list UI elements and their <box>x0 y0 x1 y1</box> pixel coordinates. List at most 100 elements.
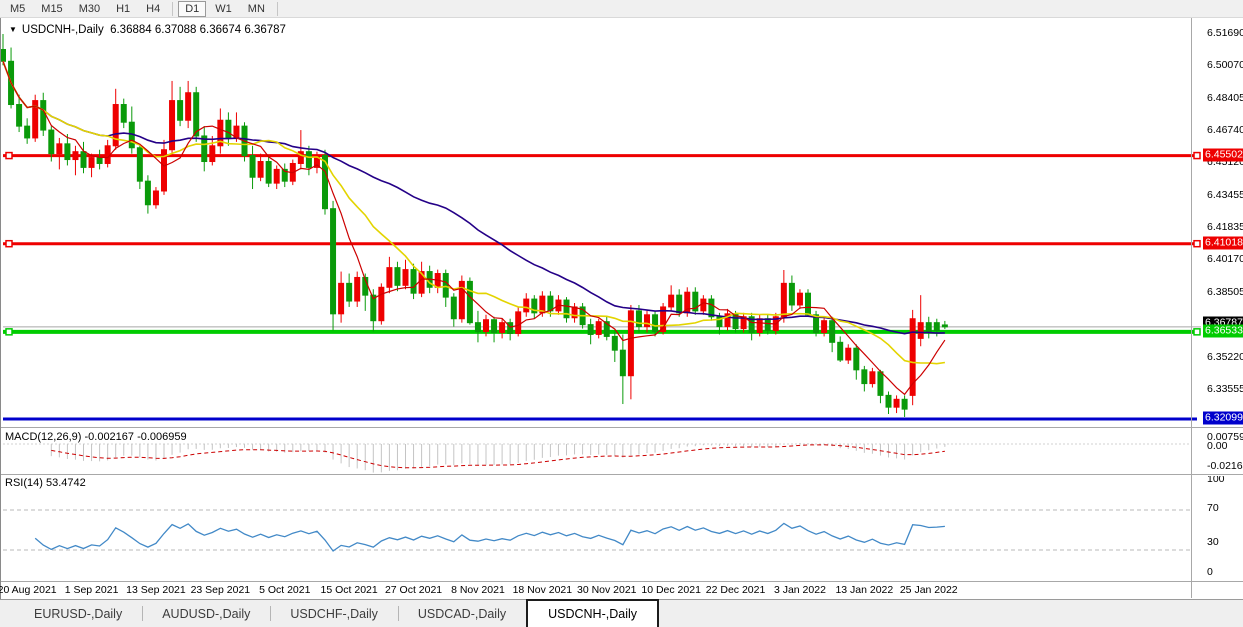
candle <box>145 181 150 205</box>
panel-separator[interactable] <box>1 474 1243 475</box>
symbol-tab-usdcad[interactable]: USDCAD-,Daily <box>398 600 526 627</box>
date-label: 23 Sep 2021 <box>191 584 251 596</box>
chart-dropdown-icon[interactable]: ▼ <box>9 25 17 34</box>
price-label-chip: 6.32099 <box>1203 411 1243 424</box>
timeframe-button-mn[interactable]: MN <box>241 1 272 17</box>
timeframe-button-m30[interactable]: M30 <box>72 1 107 17</box>
timeframe-toolbar: M5M15M30H1H4 D1W1MN <box>0 0 1243 18</box>
price-label-chip: 6.36533 <box>1203 324 1243 337</box>
candle <box>669 295 674 307</box>
ma-fast-line <box>3 61 945 394</box>
support-line-green-left-marker[interactable] <box>6 329 12 335</box>
candle <box>57 144 62 154</box>
macd-axis-tick: 0.00 <box>1207 440 1227 452</box>
panel-separator[interactable] <box>1 427 1243 428</box>
price-tick: 6.41835 <box>1207 221 1243 233</box>
candle <box>653 315 658 332</box>
macd-indicator-label: MACD(12,26,9) -0.002167 -0.006959 <box>5 431 187 443</box>
candle <box>942 325 947 327</box>
toolbar-separator <box>277 2 278 16</box>
candle <box>451 297 456 319</box>
candle <box>250 156 255 178</box>
candle <box>620 350 625 376</box>
panel-separator <box>1 581 1243 582</box>
candle <box>677 295 682 313</box>
resistance-line-1-left-marker[interactable] <box>6 153 12 159</box>
candle <box>25 126 30 138</box>
candle <box>612 336 617 350</box>
candle <box>926 323 931 333</box>
candle <box>387 268 392 288</box>
candle <box>153 191 158 205</box>
resistance-line-1-right-marker[interactable] <box>1194 153 1200 159</box>
date-label: 27 Oct 2021 <box>385 584 442 596</box>
candle <box>492 320 497 333</box>
axis-divider <box>1191 18 1192 598</box>
symbol-tab-audusd[interactable]: AUDUSD-,Daily <box>142 600 270 627</box>
candle <box>886 395 891 407</box>
candle <box>411 270 416 294</box>
candle <box>548 296 553 311</box>
candle <box>266 162 271 184</box>
symbol-tab-bar: EURUSD-,DailyAUDUSD-,DailyUSDCHF-,DailyU… <box>0 599 1243 627</box>
candle <box>516 312 521 334</box>
candle <box>830 321 835 343</box>
chart-window: ▼USDCNH-,Daily 6.36884 6.37088 6.36674 6… <box>0 18 1243 599</box>
price-tick: 6.46740 <box>1207 124 1243 136</box>
symbol-tab-eurusd[interactable]: EURUSD-,Daily <box>14 600 142 627</box>
candle <box>331 209 336 314</box>
support-line-green-right-marker[interactable] <box>1194 329 1200 335</box>
resistance-line-2-right-marker[interactable] <box>1194 241 1200 247</box>
price-tick: 6.43455 <box>1207 189 1243 201</box>
symbol-tab-usdcnh[interactable]: USDCNH-,Daily <box>526 599 659 627</box>
candle <box>596 322 601 335</box>
resistance-line-2-left-marker[interactable] <box>6 241 12 247</box>
chart-symbol-label: USDCNH-,Daily <box>22 24 104 36</box>
date-label: 1 Sep 2021 <box>65 584 119 596</box>
date-label: 22 Dec 2021 <box>706 584 766 596</box>
candle <box>870 372 875 384</box>
candle <box>89 158 94 168</box>
candle <box>878 372 883 396</box>
candle <box>97 158 102 164</box>
candle <box>395 268 400 286</box>
candle <box>1 49 6 61</box>
timeframe-button-h4[interactable]: H4 <box>139 1 167 17</box>
candle <box>918 323 923 339</box>
candle <box>524 299 529 312</box>
price-tick: 6.51690 <box>1207 27 1243 39</box>
candle <box>443 274 448 298</box>
candle <box>636 311 641 327</box>
date-label: 30 Nov 2021 <box>577 584 637 596</box>
toolbar-separator <box>172 2 173 16</box>
timeframe-button-h1[interactable]: H1 <box>109 1 137 17</box>
timeframe-button-d1[interactable]: D1 <box>178 1 206 17</box>
date-label: 8 Nov 2021 <box>451 584 505 596</box>
candle <box>210 146 215 162</box>
candle <box>274 169 279 183</box>
candle <box>226 120 231 138</box>
chart-canvas[interactable] <box>1 18 1243 599</box>
rsi-axis-tick: 70 <box>1207 502 1219 514</box>
candle <box>178 101 183 121</box>
rsi-line <box>35 523 945 551</box>
date-label: 5 Oct 2021 <box>259 584 310 596</box>
candle <box>765 319 770 331</box>
candle <box>806 293 811 315</box>
candle <box>186 93 191 121</box>
candle <box>73 152 78 160</box>
candle <box>789 283 794 305</box>
trading-terminal-window: M5M15M30H1H4D1W1MN ▼USDCNH-,Daily 6.3688… <box>0 0 1243 627</box>
candle <box>17 105 22 127</box>
timeframe-button-m5[interactable]: M5 <box>3 1 32 17</box>
ma-medium-line <box>3 61 945 363</box>
candle <box>258 162 263 178</box>
timeframe-button-w1[interactable]: W1 <box>208 1 239 17</box>
candle <box>306 152 311 168</box>
timeframe-button-m15[interactable]: M15 <box>34 1 69 17</box>
price-tick: 6.38505 <box>1207 286 1243 298</box>
date-label: 3 Jan 2022 <box>774 584 826 596</box>
symbol-tab-usdchf[interactable]: USDCHF-,Daily <box>270 600 398 627</box>
candle <box>822 321 827 333</box>
rsi-axis-tick: 30 <box>1207 536 1219 548</box>
